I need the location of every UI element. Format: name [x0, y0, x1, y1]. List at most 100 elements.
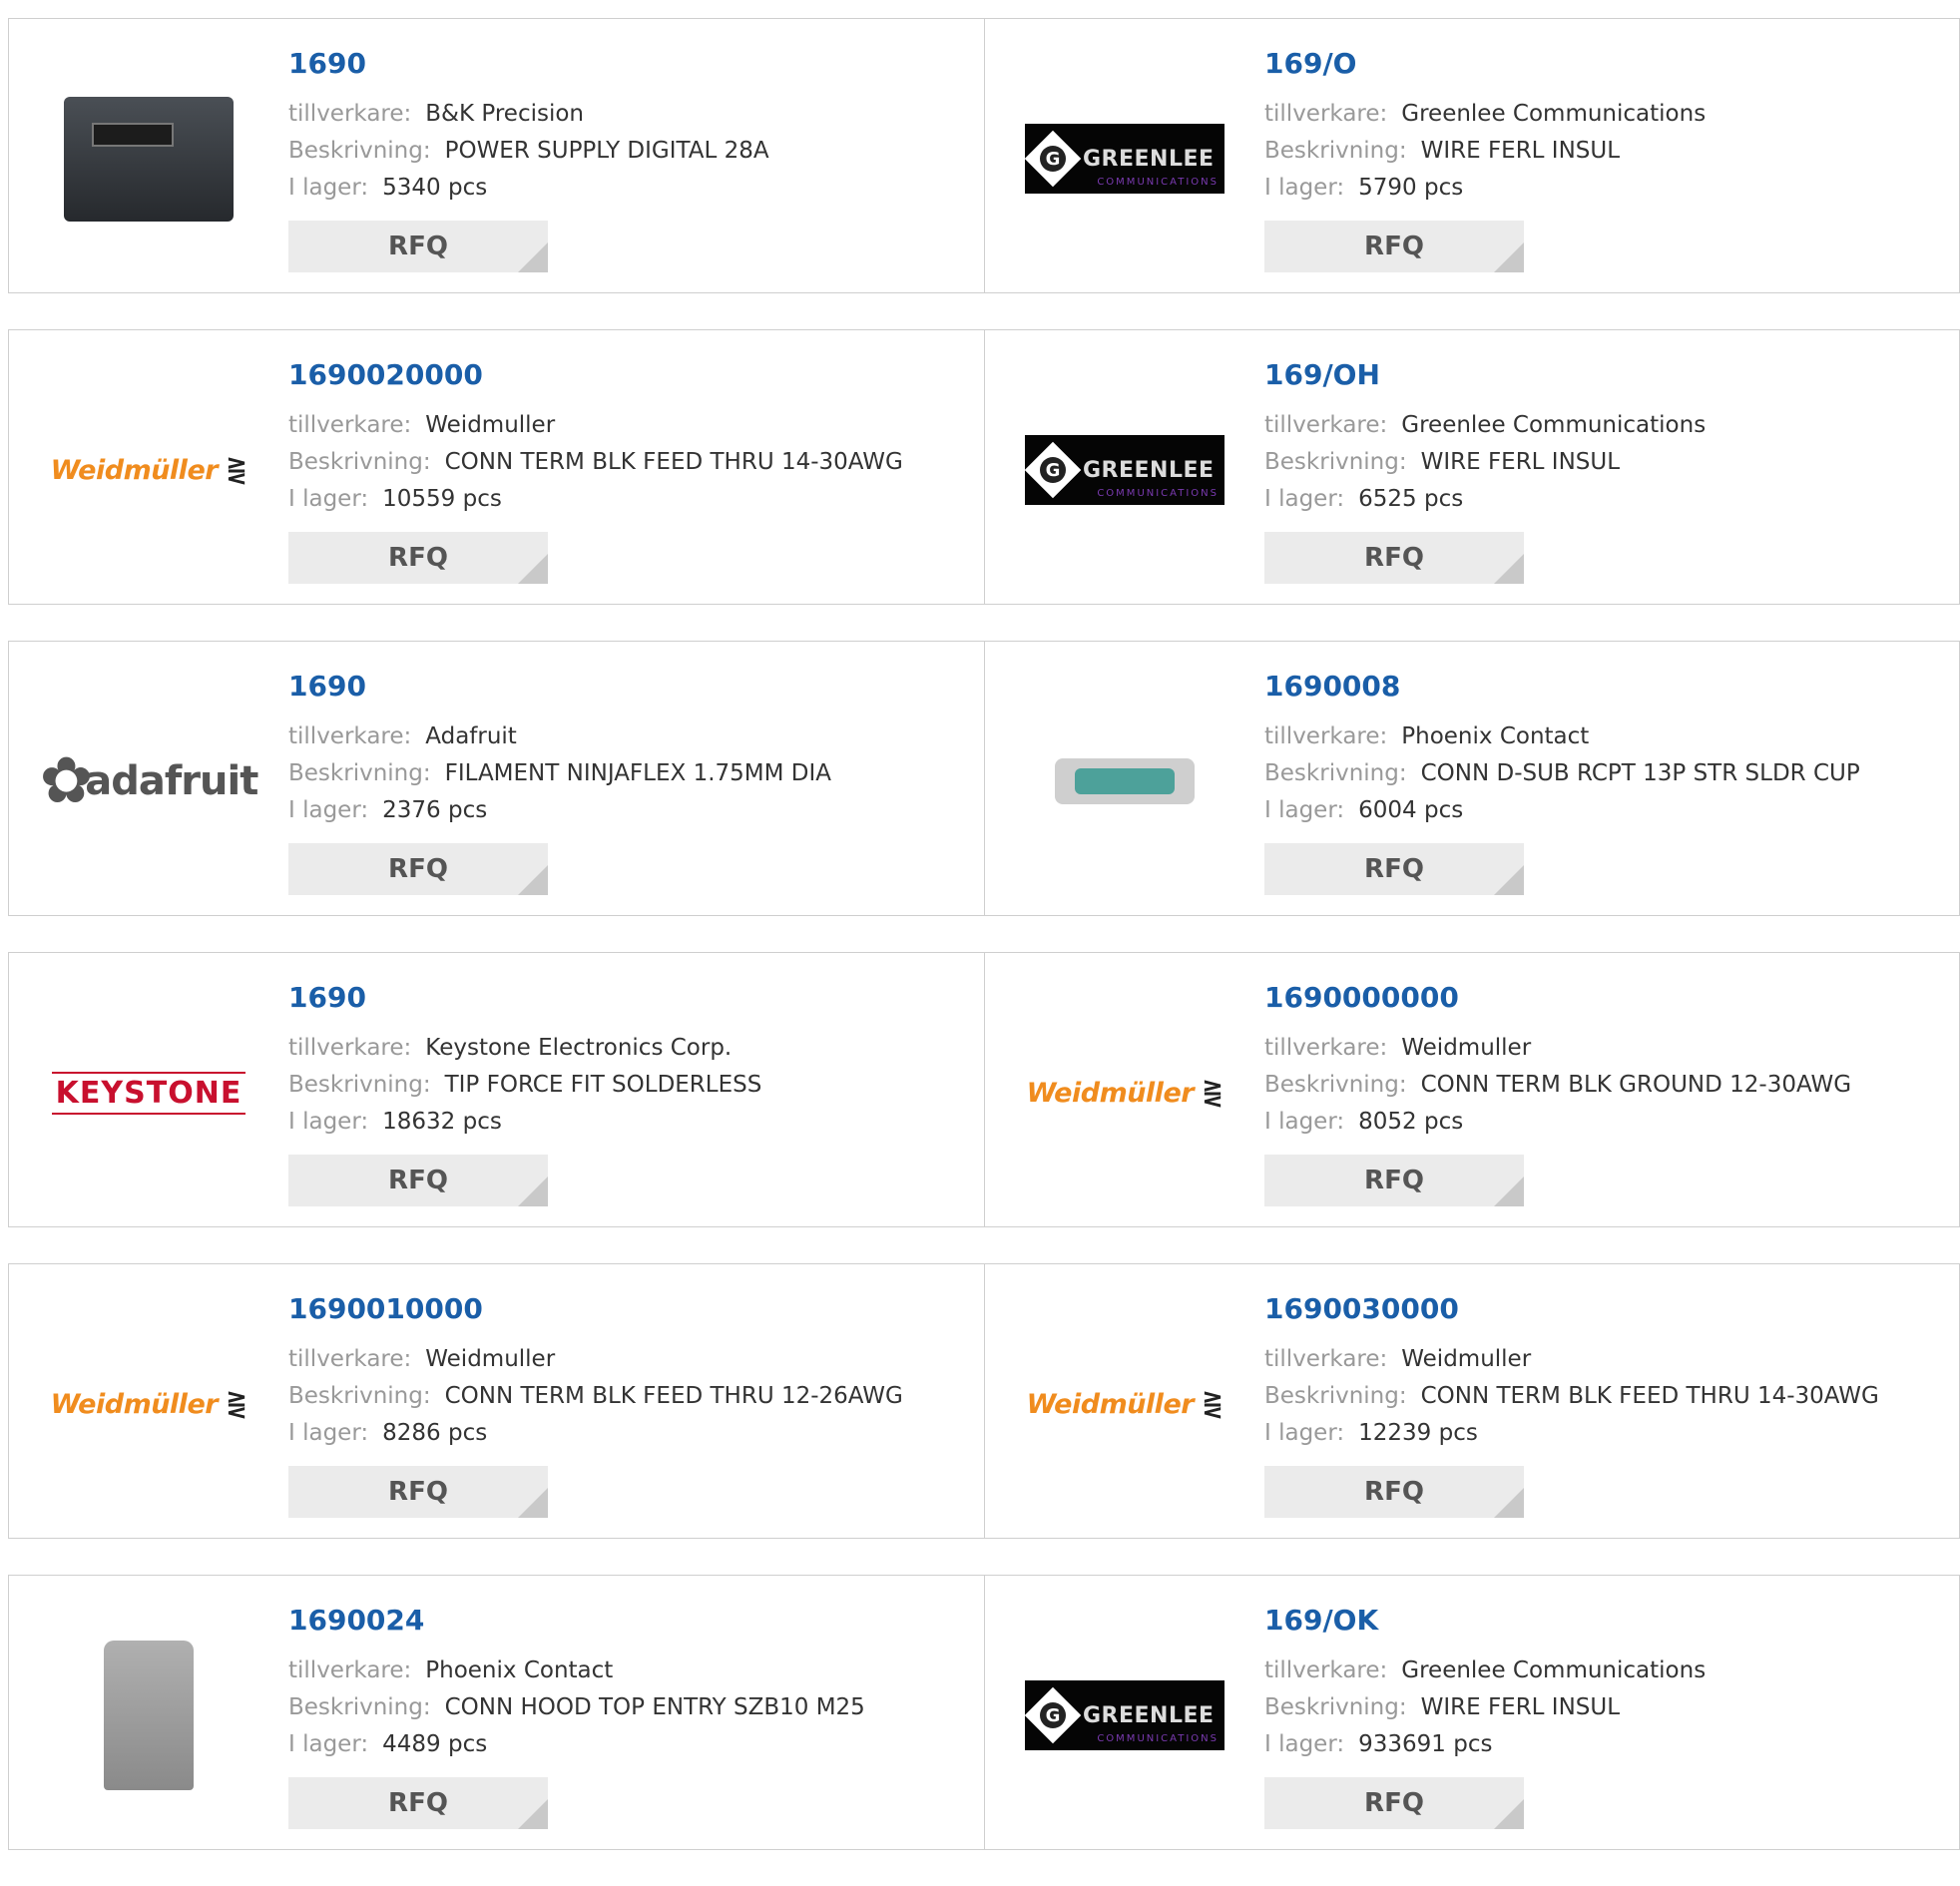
product-image[interactable]: G GREENLEE COMMUNICATIONS — [1024, 370, 1225, 570]
part-number-link[interactable]: 1690024 — [288, 1605, 964, 1637]
connector-hood-photo — [104, 1641, 194, 1790]
product-card: 1690 tillverkare: B&K Precision Beskrivning… — [9, 19, 984, 292]
stock-value: 933691 pcs — [1358, 1730, 1493, 1757]
rfq-button[interactable]: RFQ — [288, 221, 548, 272]
part-number-link[interactable]: 1690010000 — [288, 1293, 964, 1325]
product-image[interactable]: KEYSTONE — [49, 993, 248, 1192]
rfq-button[interactable]: RFQ — [288, 1466, 548, 1518]
product-image[interactable]: Weidmüller ⋛ — [49, 1304, 248, 1504]
rfq-button[interactable]: RFQ — [1264, 843, 1524, 895]
part-number-link[interactable]: 1690030000 — [1264, 1293, 1939, 1325]
product-image[interactable] — [49, 1616, 248, 1815]
weidmuller-logo-text: Weidmüller — [1026, 1388, 1195, 1420]
description-line: Beskrivning: CONN TERM BLK FEED THRU 12-2… — [288, 1378, 964, 1415]
manufacturer-line: tillverkare: Keystone Electronics Corp. — [288, 1030, 964, 1067]
manufacturer-line: tillverkare: Weidmuller — [288, 407, 964, 444]
part-number-link[interactable]: 1690 — [288, 671, 964, 703]
part-number-link[interactable]: 1690 — [288, 48, 964, 80]
manufacturer-line: tillverkare: Weidmuller — [1264, 1341, 1939, 1378]
description-line: Beskrivning: FILAMENT NINJAFLEX 1.75MM DI… — [288, 755, 964, 792]
description-line: Beskrivning: CONN HOOD TOP ENTRY SZB10 M2… — [288, 1689, 964, 1726]
part-number-link[interactable]: 169/OH — [1264, 359, 1939, 391]
rfq-button[interactable]: RFQ — [1264, 1155, 1524, 1206]
description-label: Beskrivning: — [1264, 448, 1407, 475]
product-image[interactable]: Weidmüller ⋛ — [1025, 993, 1225, 1192]
rfq-button[interactable]: RFQ — [288, 532, 548, 584]
product-card: KEYSTONE 1690 tillverkare: Keystone Electro… — [9, 953, 984, 1226]
part-number-link[interactable]: 1690008 — [1264, 671, 1939, 703]
product-info: 1690000000 tillverkare: Weidmuller Beskrivn… — [1264, 982, 1939, 1141]
product-row: 1690024 tillverkare: Phoenix Contact Beskri… — [8, 1575, 1960, 1850]
greenlee-g-letter: G — [1040, 146, 1066, 172]
greenlee-logo-subtext: COMMUNICATIONS — [1097, 177, 1219, 188]
rfq-button[interactable]: RFQ — [1264, 532, 1524, 584]
description-label: Beskrivning: — [288, 759, 431, 786]
part-number-link[interactable]: 1690020000 — [288, 359, 964, 391]
weidmuller-logo: Weidmüller ⋛ — [1027, 1389, 1224, 1420]
product-card: ✿ adafruit 1690 tillverkare: Adafruit Beskriv… — [9, 642, 984, 915]
stock-label: I lager: — [288, 1108, 369, 1135]
part-number-link[interactable]: 169/OK — [1264, 1605, 1939, 1637]
stock-value: 5790 pcs — [1358, 174, 1464, 201]
description-label: Beskrivning: — [1264, 1071, 1407, 1098]
manufacturer-value: Weidmuller — [425, 411, 556, 438]
stock-value: 2376 pcs — [382, 796, 488, 823]
product-card: Weidmüller ⋛ 1690010000 tillverkare: Weidmul… — [9, 1264, 984, 1538]
manufacturer-label: tillverkare: — [288, 1656, 412, 1683]
manufacturer-line: tillverkare: Greenlee Communications — [1264, 96, 1939, 133]
weidmuller-symbol-icon: ⋛ — [1202, 1389, 1224, 1420]
manufacturer-value: Greenlee Communications — [1401, 411, 1707, 438]
rfq-button[interactable]: RFQ — [288, 1155, 548, 1206]
stock-label: I lager: — [1264, 1108, 1345, 1135]
product-image[interactable]: G GREENLEE COMMUNICATIONS — [1024, 59, 1225, 258]
manufacturer-value: Adafruit — [425, 722, 517, 749]
product-image[interactable] — [49, 59, 248, 258]
part-number-link[interactable]: 1690000000 — [1264, 982, 1939, 1014]
description-label: Beskrivning: — [288, 1693, 431, 1720]
rfq-button[interactable]: RFQ — [288, 843, 548, 895]
manufacturer-line: tillverkare: Phoenix Contact — [288, 1652, 964, 1689]
stock-label: I lager: — [288, 1730, 369, 1757]
stock-line: I lager: 8286 pcs — [288, 1415, 964, 1452]
description-label: Beskrivning: — [1264, 759, 1407, 786]
weidmuller-symbol-icon: ⋛ — [1202, 1078, 1224, 1109]
description-line: Beskrivning: WIRE FERL INSUL — [1264, 444, 1939, 481]
product-card: G GREENLEE COMMUNICATIONS 169/OK tillverkare… — [984, 1576, 1959, 1849]
manufacturer-line: tillverkare: Weidmuller — [1264, 1030, 1939, 1067]
rfq-button[interactable]: RFQ — [1264, 221, 1524, 272]
product-image[interactable]: ✿ adafruit — [40, 682, 259, 881]
stock-value: 6525 pcs — [1358, 485, 1464, 512]
manufacturer-line: tillverkare: Phoenix Contact — [1264, 718, 1939, 755]
weidmuller-logo-text: Weidmüller — [1026, 1077, 1195, 1109]
description-line: Beskrivning: WIRE FERL INSUL — [1264, 1689, 1939, 1726]
product-info: 1690 tillverkare: Keystone Electronics Cor… — [288, 982, 964, 1141]
rfq-button[interactable]: RFQ — [1264, 1777, 1524, 1829]
product-image[interactable]: Weidmüller ⋛ — [1025, 1304, 1225, 1504]
product-image[interactable] — [1025, 682, 1225, 881]
stock-label: I lager: — [1264, 174, 1345, 201]
product-card: 1690008 tillverkare: Phoenix Contact Beskri… — [984, 642, 1959, 915]
product-row: Weidmüller ⋛ 1690010000 tillverkare: Weidmul… — [8, 1263, 1960, 1539]
description-label: Beskrivning: — [288, 1071, 431, 1098]
product-image[interactable]: Weidmüller ⋛ — [49, 370, 248, 570]
greenlee-logo-subtext: COMMUNICATIONS — [1097, 1733, 1219, 1744]
dsub-connector-photo — [1055, 758, 1195, 804]
manufacturer-line: tillverkare: Greenlee Communications — [1264, 1652, 1939, 1689]
stock-line: I lager: 933691 pcs — [1264, 1726, 1939, 1763]
part-number-link[interactable]: 169/O — [1264, 48, 1939, 80]
rfq-button[interactable]: RFQ — [1264, 1466, 1524, 1518]
greenlee-g-letter: G — [1040, 1702, 1066, 1728]
weidmuller-symbol-icon: ⋛ — [226, 1389, 247, 1420]
manufacturer-line: tillverkare: Weidmuller — [288, 1341, 964, 1378]
stock-label: I lager: — [1264, 1419, 1345, 1446]
manufacturer-label: tillverkare: — [1264, 1034, 1388, 1061]
product-image[interactable]: G GREENLEE COMMUNICATIONS — [1024, 1616, 1225, 1815]
manufacturer-value: Greenlee Communications — [1401, 100, 1707, 127]
manufacturer-label: tillverkare: — [288, 1345, 412, 1372]
manufacturer-label: tillverkare: — [1264, 1345, 1388, 1372]
manufacturer-label: tillverkare: — [288, 100, 412, 127]
product-card: Weidmüller ⋛ 1690020000 tillverkare: Weidmul… — [9, 330, 984, 604]
rfq-button[interactable]: RFQ — [288, 1777, 548, 1829]
manufacturer-value: Weidmuller — [1401, 1345, 1532, 1372]
part-number-link[interactable]: 1690 — [288, 982, 964, 1014]
